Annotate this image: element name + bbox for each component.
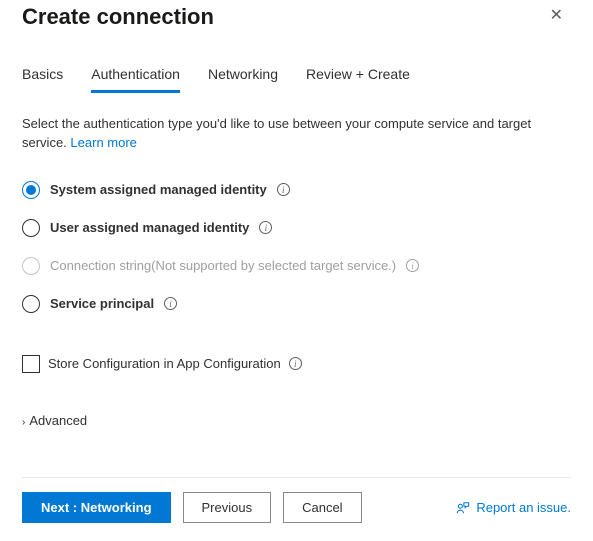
radio-icon[interactable] (22, 219, 40, 237)
radio-icon (22, 257, 40, 275)
close-button[interactable]: ✕ (542, 4, 571, 28)
info-icon[interactable]: i (289, 357, 302, 370)
next-button[interactable]: Next : Networking (22, 492, 171, 523)
option-service-principal[interactable]: Service principal i (22, 295, 571, 313)
info-icon[interactable]: i (259, 221, 272, 234)
radio-icon[interactable] (22, 295, 40, 313)
option-user-assigned[interactable]: User assigned managed identity i (22, 219, 571, 237)
description-text: Select the authentication type you'd lik… (22, 115, 571, 153)
tab-review-create[interactable]: Review + Create (306, 66, 410, 93)
close-icon: ✕ (550, 7, 563, 24)
option-system-assigned[interactable]: System assigned managed identity i (22, 181, 571, 199)
option-label: Connection string(Not supported by selec… (50, 258, 396, 273)
option-connection-string: Connection string(Not supported by selec… (22, 257, 571, 275)
auth-options: System assigned managed identity i User … (22, 181, 571, 333)
info-icon[interactable]: i (277, 183, 290, 196)
tab-authentication[interactable]: Authentication (91, 66, 180, 93)
footer: Next : Networking Previous Cancel Report… (22, 477, 571, 541)
option-label: User assigned managed identity (50, 220, 249, 235)
previous-button[interactable]: Previous (183, 492, 272, 523)
tab-basics[interactable]: Basics (22, 66, 63, 93)
chevron-right-icon: › (22, 417, 25, 428)
tab-networking[interactable]: Networking (208, 66, 278, 93)
cancel-button[interactable]: Cancel (283, 492, 361, 523)
info-icon[interactable]: i (406, 259, 419, 272)
option-label: System assigned managed identity (50, 182, 267, 197)
learn-more-link[interactable]: Learn more (70, 135, 136, 150)
store-config-label: Store Configuration in App Configuration (48, 356, 281, 371)
info-icon[interactable]: i (164, 297, 177, 310)
person-feedback-icon (456, 501, 470, 515)
tab-bar: Basics Authentication Networking Review … (22, 66, 571, 93)
advanced-toggle[interactable]: ›Advanced (22, 413, 571, 428)
store-config-row[interactable]: Store Configuration in App Configuration… (22, 355, 571, 373)
page-title: Create connection (22, 4, 214, 30)
option-label: Service principal (50, 296, 154, 311)
checkbox-icon[interactable] (22, 355, 40, 373)
radio-icon[interactable] (22, 181, 40, 199)
report-issue-link[interactable]: Report an issue. (456, 500, 571, 515)
